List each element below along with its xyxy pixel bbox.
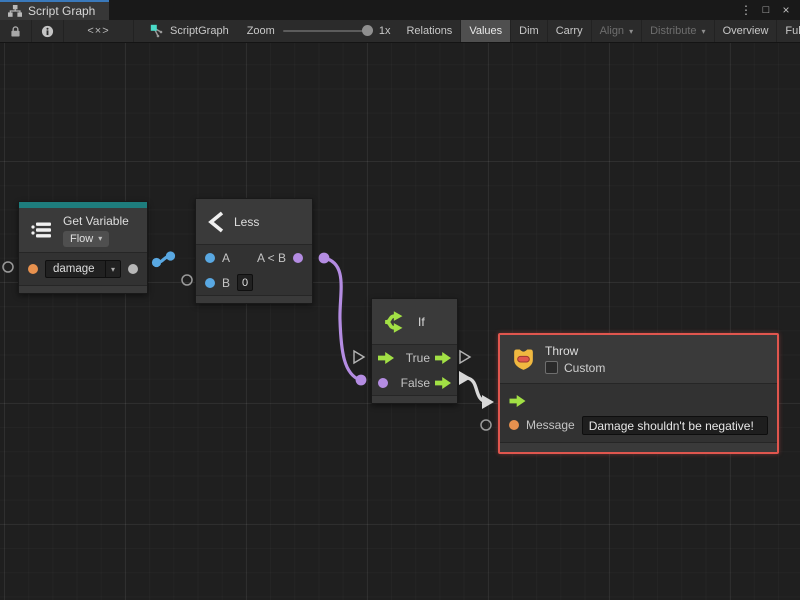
unconnected-port-ring xyxy=(481,420,491,430)
condition-input-port[interactable] xyxy=(378,378,388,388)
overview-button[interactable]: Overview xyxy=(715,20,778,42)
unconnected-flow-triangle xyxy=(460,351,470,363)
node-footer xyxy=(372,395,457,403)
node-footer xyxy=(196,295,312,303)
relations-button[interactable]: Relations xyxy=(398,20,461,42)
output-label: A < B xyxy=(257,251,286,265)
values-button[interactable]: Values xyxy=(461,20,511,42)
align-button[interactable]: Align ▾ xyxy=(592,20,642,42)
node-get-variable[interactable]: Get Variable Flow ▾ damage ▾ xyxy=(18,201,148,294)
value-output-port[interactable] xyxy=(128,264,138,274)
graph-name-label: ScriptGraph xyxy=(140,20,239,42)
message-label: Message xyxy=(526,418,575,432)
close-icon[interactable]: × xyxy=(778,2,794,18)
chevron-down-icon: ▾ xyxy=(98,234,102,243)
window-tab-bar: Script Graph ⋮ □ × xyxy=(0,0,800,20)
node-if[interactable]: If True False xyxy=(371,298,458,404)
flow-output-port-true[interactable] xyxy=(435,352,451,364)
value-input-port[interactable] xyxy=(205,253,215,263)
zoom-label: Zoom xyxy=(247,25,275,37)
chevron-down-icon: ▾ xyxy=(629,27,633,36)
flow-input-port[interactable] xyxy=(378,352,394,364)
zoom-value: 1x xyxy=(379,25,391,37)
zoom-slider-handle[interactable] xyxy=(362,25,373,36)
variable-scope-dropdown[interactable]: Flow ▾ xyxy=(63,231,109,247)
input-a-row: A A < B xyxy=(196,245,312,270)
chevron-down-icon: ▾ xyxy=(105,261,120,277)
carry-button[interactable]: Carry xyxy=(548,20,592,42)
node-footer xyxy=(500,442,777,452)
info-icon xyxy=(41,25,54,38)
exception-shield-icon xyxy=(510,346,537,373)
value-output-port[interactable] xyxy=(293,253,303,263)
true-row: True xyxy=(372,345,457,370)
b-value-field[interactable]: 0 xyxy=(237,274,253,291)
node-footer xyxy=(19,285,147,293)
zoom-control: Zoom 1x xyxy=(239,20,399,42)
node-title: Throw xyxy=(545,344,605,358)
graph-toolbar: <×> ScriptGraph Zoom 1x Relations Values… xyxy=(0,20,800,43)
graph-tab-icon xyxy=(8,5,22,17)
lock-button[interactable] xyxy=(0,20,32,42)
less-than-icon xyxy=(206,210,226,234)
node-less[interactable]: Less A A < B B 0 xyxy=(195,198,313,304)
kebab-menu-icon[interactable]: ⋮ xyxy=(738,2,754,18)
maximize-icon[interactable]: □ xyxy=(758,2,774,18)
variable-name-row: damage ▾ xyxy=(19,253,147,285)
message-row: Message Damage shouldn't be negative! xyxy=(500,413,777,437)
message-input-port[interactable] xyxy=(509,420,519,430)
wire-false-to-throw xyxy=(459,371,494,409)
variable-name-dropdown[interactable]: damage ▾ xyxy=(45,260,121,278)
node-title: Get Variable xyxy=(63,214,129,228)
wire-less-to-if xyxy=(319,253,367,386)
tab-script-graph[interactable]: Script Graph xyxy=(0,0,109,20)
input-b-row: B 0 xyxy=(196,270,312,295)
node-title: If xyxy=(418,315,425,329)
info-button[interactable] xyxy=(32,20,64,42)
custom-checkbox[interactable] xyxy=(545,361,558,374)
dim-button[interactable]: Dim xyxy=(511,20,548,42)
node-title: Less xyxy=(234,215,259,229)
flow-input-port[interactable] xyxy=(509,395,526,407)
custom-checkbox-label: Custom xyxy=(564,361,605,375)
variable-icon xyxy=(29,220,55,240)
unconnected-port-ring xyxy=(182,275,192,285)
chevron-down-icon: ▾ xyxy=(702,27,706,36)
flow-output-port-false[interactable] xyxy=(435,377,451,389)
unconnected-flow-triangle xyxy=(354,351,364,363)
script-graph-icon xyxy=(150,24,164,38)
code-view-button[interactable]: <×> xyxy=(64,20,134,42)
graph-canvas[interactable]: Get Variable Flow ▾ damage ▾ xyxy=(0,43,800,600)
code-icon: <×> xyxy=(87,25,109,37)
unconnected-port-ring xyxy=(3,262,13,272)
message-field[interactable]: Damage shouldn't be negative! xyxy=(582,416,768,435)
value-input-port[interactable] xyxy=(28,264,38,274)
false-row: False xyxy=(372,370,457,395)
flow-input-row xyxy=(500,389,777,413)
zoom-slider[interactable] xyxy=(283,30,371,32)
node-throw[interactable]: Throw Custom Message Damage shouldn't be… xyxy=(498,333,779,454)
value-input-port[interactable] xyxy=(205,278,215,288)
branch-icon xyxy=(382,309,410,335)
wire-damage-to-a xyxy=(152,251,175,267)
full-screen-button[interactable]: Full Screen xyxy=(777,20,800,42)
window-controls: ⋮ □ × xyxy=(738,0,800,20)
tab-title: Script Graph xyxy=(28,4,95,18)
distribute-button[interactable]: Distribute ▾ xyxy=(642,20,714,42)
lock-icon xyxy=(9,25,22,38)
